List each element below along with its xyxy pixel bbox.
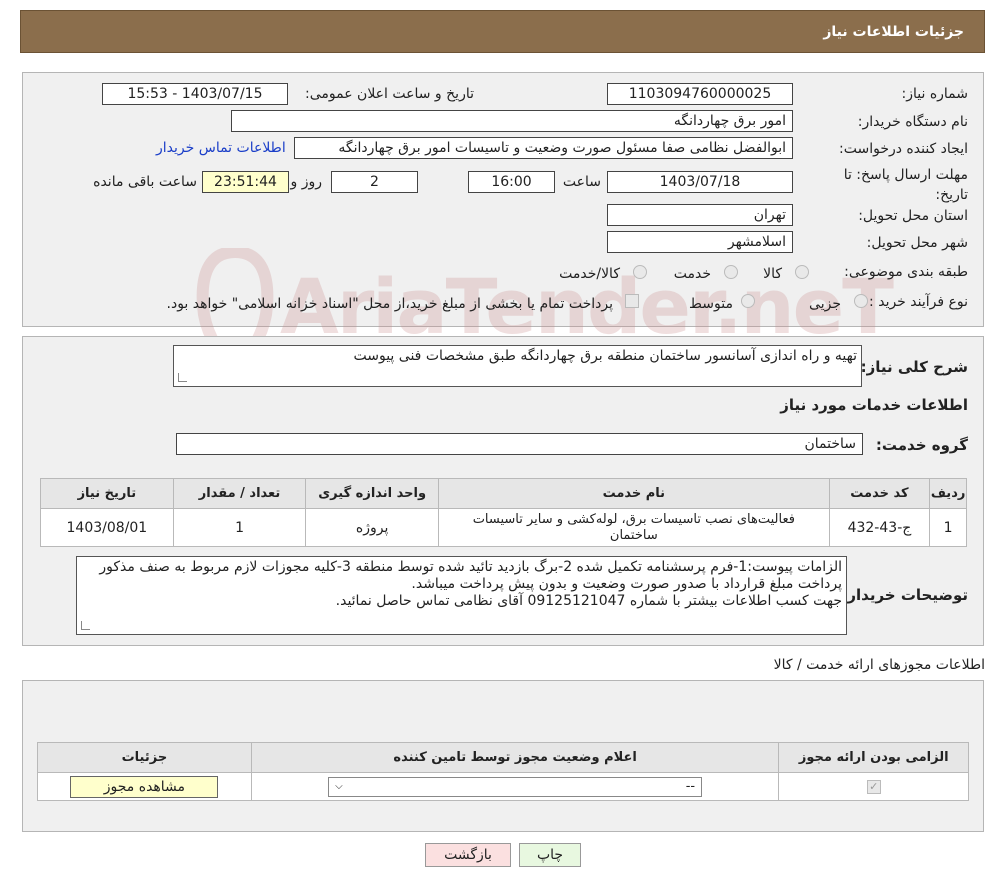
table-row: 1 ج-43-432 فعالیت‌های نصب تاسیسات برق، ل… xyxy=(40,508,967,547)
purchase-option-medium: متوسط xyxy=(689,296,733,312)
cell-date: 1403/08/01 xyxy=(40,508,174,547)
purchase-option-minor: جزیی xyxy=(809,296,841,312)
service-group-field: ساختمان xyxy=(176,433,863,455)
print-button[interactable]: چاپ xyxy=(519,843,581,867)
licenses-table-header: الزامی بودن ارائه مجوز اعلام وضعیت مجوز … xyxy=(37,742,969,773)
remaining-time-field: 23:51:44 xyxy=(202,171,289,193)
cell-name: فعالیت‌های نصب تاسیسات برق، لوله‌کشی و س… xyxy=(437,508,830,547)
category-label: طبقه بندی موضوعی: xyxy=(844,264,968,280)
days-field: 2 xyxy=(331,171,418,193)
services-table-header: ردیف کد خدمت نام خدمت واحد اندازه گیری ت… xyxy=(40,478,967,509)
back-button[interactable]: بازگشت xyxy=(425,843,511,867)
treasury-note: پرداخت تمام یا بخشی از مبلغ خرید،از محل … xyxy=(166,296,613,312)
summary-label: شرح کلی نیاز: xyxy=(860,358,968,376)
view-license-button[interactable]: مشاهده مجوز xyxy=(70,775,219,798)
announce-label: تاریخ و ساعت اعلان عمومی: xyxy=(305,86,474,102)
province-field: تهران xyxy=(607,204,793,226)
buyer-notes-line-2: پرداخت مبلغ قرارداد با صدور صورت وضعیت و… xyxy=(411,576,842,592)
license-required-checkbox: ✓ xyxy=(866,779,881,794)
category-radio-goods[interactable] xyxy=(795,265,809,279)
announce-field: 1403/07/15 - 15:53 xyxy=(102,83,288,105)
license-status-value: -- xyxy=(685,779,696,794)
buyer-label: نام دستگاه خریدار: xyxy=(857,114,968,130)
resize-handle-icon[interactable] xyxy=(81,621,90,630)
remaining-time-label: ساعت باقی مانده xyxy=(93,174,197,190)
province-label: استان محل تحویل: xyxy=(858,208,968,224)
page-header: جزئیات اطلاعات نیاز xyxy=(20,10,985,53)
cell-license-required: ✓ xyxy=(778,772,969,801)
purchase-radio-medium[interactable] xyxy=(741,294,755,308)
need-number-field: 1103094760000025 xyxy=(607,83,793,105)
col-license-details: جزئیات xyxy=(37,742,252,773)
service-group-label: گروه خدمت: xyxy=(875,436,968,454)
creator-label: ایجاد کننده درخواست: xyxy=(839,141,968,157)
col-license-required: الزامی بودن ارائه مجوز xyxy=(778,742,969,773)
licenses-table: الزامی بودن ارائه مجوز اعلام وضعیت مجوز … xyxy=(37,742,969,801)
category-radio-service[interactable] xyxy=(724,265,738,279)
cell-license-details: مشاهده مجوز xyxy=(37,772,252,801)
buyer-notes-line-3: جهت کسب اطلاعات بیشتر با شماره 091251210… xyxy=(335,593,842,609)
buyer-contact-link[interactable]: اطلاعات تماس خریدار xyxy=(156,140,286,156)
buyer-notes-textarea[interactable]: الزامات پیوست:1-فرم پرسشنامه تکمیل شده 2… xyxy=(76,556,847,635)
days-label: روز و xyxy=(290,174,323,190)
cell-row: 1 xyxy=(929,508,967,547)
summary-textarea[interactable]: تهیه و راه اندازی آسانسور ساختمان منطقه … xyxy=(173,345,862,387)
cell-code: ج-43-432 xyxy=(828,508,931,547)
col-date: تاریخ نیاز xyxy=(40,478,174,509)
col-code: کد خدمت xyxy=(828,478,931,509)
cell-unit: پروژه xyxy=(305,508,439,547)
page-title: جزئیات اطلاعات نیاز xyxy=(823,23,964,40)
license-status-select[interactable]: -- ⌵ xyxy=(328,776,703,797)
purchase-radio-minor[interactable] xyxy=(854,294,868,308)
city-field: اسلامشهر xyxy=(607,231,793,253)
buyer-notes-line-1: الزامات پیوست:1-فرم پرسشنامه تکمیل شده 2… xyxy=(99,559,842,575)
category-option-service: خدمت xyxy=(673,266,711,282)
category-option-goods: کالا xyxy=(763,266,782,282)
col-name: نام خدمت xyxy=(437,478,830,509)
buyer-field: امور برق چهاردانگه xyxy=(231,110,793,132)
col-qty: تعداد / مقدار xyxy=(172,478,307,509)
need-number-label: شماره نیاز: xyxy=(901,86,969,102)
category-radio-goods-service[interactable] xyxy=(633,265,647,279)
deadline-label: مهلت ارسال پاسخ: تا تاریخ: xyxy=(843,167,968,203)
treasury-checkbox[interactable] xyxy=(625,294,639,308)
deadline-time-label: ساعت xyxy=(562,174,601,190)
category-option-goods-service: کالا/خدمت xyxy=(559,266,620,282)
col-license-status: اعلام وضعیت مجوز توسط تامین کننده xyxy=(250,742,780,773)
services-table: ردیف کد خدمت نام خدمت واحد اندازه گیری ت… xyxy=(40,478,967,547)
deadline-time-field: 16:00 xyxy=(468,171,555,193)
summary-text: تهیه و راه اندازی آسانسور ساختمان منطقه … xyxy=(353,348,858,364)
col-row: ردیف xyxy=(929,478,967,509)
deadline-date-field: 1403/07/18 xyxy=(607,171,793,193)
chevron-down-icon: ⌵ xyxy=(335,781,343,792)
purchase-type-label: نوع فرآیند خرید : xyxy=(869,294,968,310)
buyer-notes-label: توضیحات خریدار: xyxy=(841,586,968,604)
services-title: اطلاعات خدمات مورد نیاز xyxy=(780,396,968,414)
creator-field: ابوالفضل نظامی صفا مسئول صورت وضعیت و تا… xyxy=(294,137,793,159)
cell-license-status: -- ⌵ xyxy=(250,772,780,801)
city-label: شهر محل تحویل: xyxy=(866,235,968,251)
table-row: ✓ -- ⌵ مشاهده مجوز xyxy=(37,772,969,801)
licenses-title: اطلاعات مجوزهای ارائه خدمت / کالا xyxy=(773,657,985,673)
cell-qty: 1 xyxy=(172,508,307,547)
resize-handle-icon[interactable] xyxy=(178,373,187,382)
col-unit: واحد اندازه گیری xyxy=(305,478,439,509)
